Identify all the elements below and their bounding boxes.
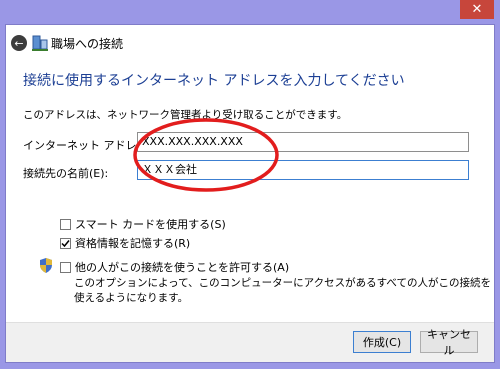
- network-icon: [32, 35, 48, 51]
- annotation-ellipse: [133, 118, 279, 192]
- dialog-window: ✕ ← 職場への接続 接続に使用するインターネット アドレスを入力してください …: [0, 0, 500, 369]
- allow-others-label: 他の人がこの接続を使うことを許可する(A): [75, 261, 290, 274]
- allow-others-note: このオプションによって、このコンピューターにアクセスがあるすべての人がこの接続を…: [74, 277, 491, 304]
- connection-name-label: 接続先の名前(E):: [23, 167, 109, 180]
- smart-card-checkbox[interactable]: [60, 218, 71, 230]
- remember-credentials-option[interactable]: 資格情報を記憶する(R): [60, 235, 190, 251]
- allow-others-checkbox[interactable]: [60, 261, 71, 273]
- footer-bar: 作成(C) キャンセル: [6, 322, 494, 362]
- create-button[interactable]: 作成(C): [353, 331, 411, 353]
- back-arrow-icon[interactable]: ←: [11, 35, 27, 51]
- smart-card-label: スマート カードを使用する(S): [75, 218, 226, 231]
- nav-bar: ← 職場への接続: [6, 25, 494, 61]
- checkmark-icon: [61, 239, 70, 247]
- smart-card-option[interactable]: スマート カードを使用する(S): [60, 216, 226, 232]
- dialog-content: ← 職場への接続 接続に使用するインターネット アドレスを入力してください この…: [5, 24, 495, 363]
- cancel-button[interactable]: キャンセル: [420, 328, 478, 357]
- remember-credentials-label: 資格情報を記憶する(R): [75, 237, 191, 250]
- shield-icon: [40, 258, 52, 273]
- allow-others-option[interactable]: 他の人がこの接続を使うことを許可する(A): [60, 259, 289, 275]
- connection-name-input[interactable]: ＸＸＸ会社: [137, 160, 469, 180]
- address-input[interactable]: XXX.XXX.XXX.XXX: [137, 132, 469, 152]
- page-heading: 接続に使用するインターネット アドレスを入力してください: [23, 73, 405, 89]
- window-title: 職場への接続: [51, 37, 124, 51]
- remember-credentials-checkbox[interactable]: [60, 237, 71, 249]
- description-text: このアドレスは、ネットワーク管理者より受け取ることができます。: [23, 109, 348, 121]
- close-button[interactable]: ✕: [460, 0, 494, 19]
